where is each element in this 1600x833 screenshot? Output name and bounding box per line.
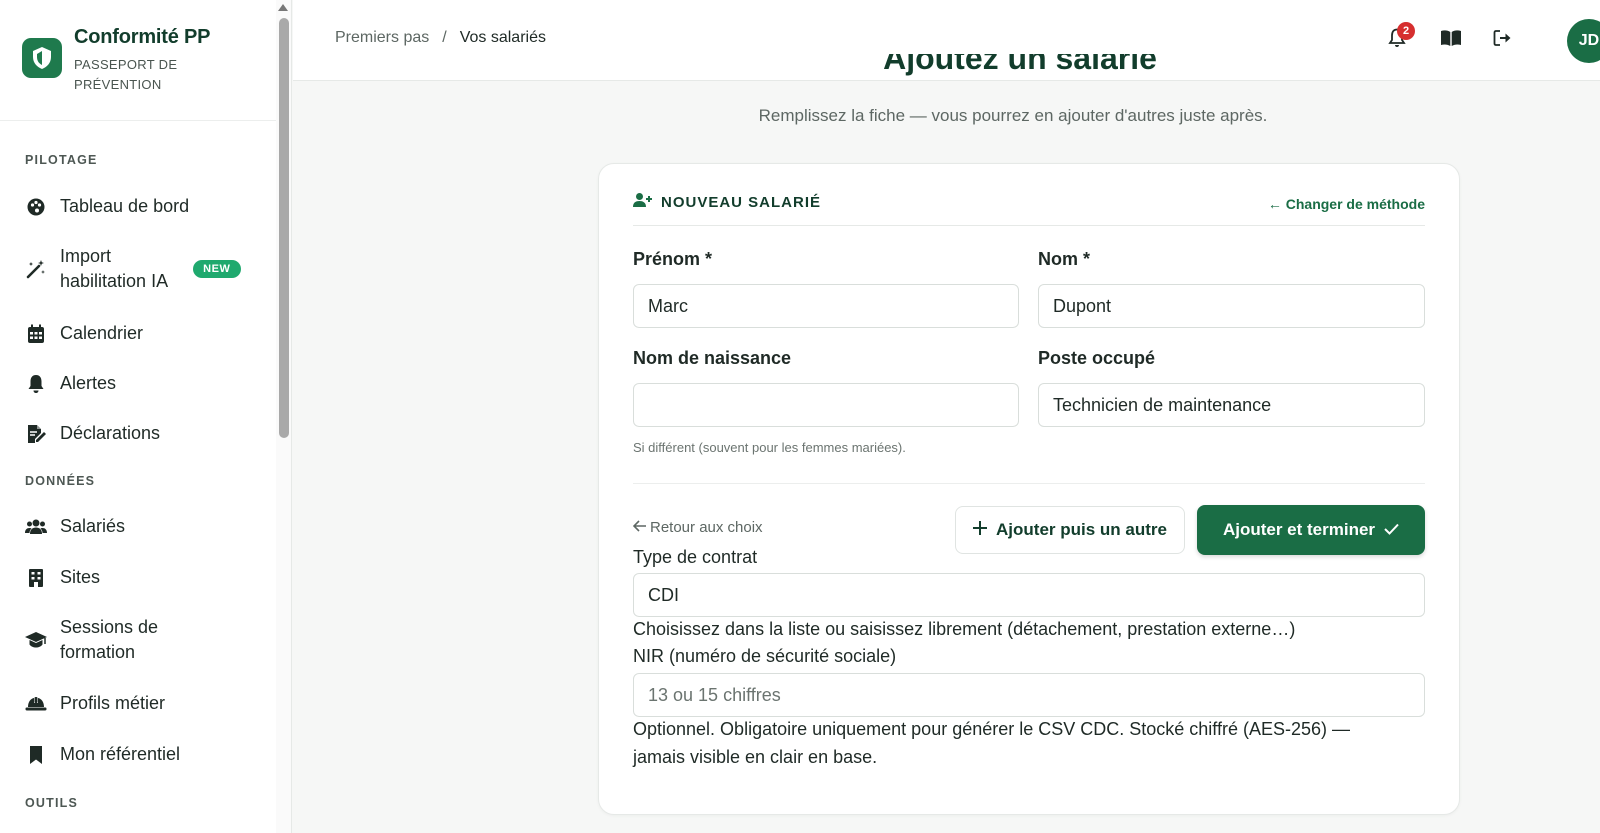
avatar[interactable]: JD [1567,19,1600,63]
shield-logo-icon [22,38,62,78]
sidebar-item-mon-referentiel[interactable]: Mon référentiel [25,742,265,767]
section-label-outils: OUTILS [25,796,79,810]
sidebar-item-label: Tableau de bord [60,196,190,216]
plus-icon [973,520,988,540]
prenom-label: Prénom * [633,249,713,269]
magic-wand-icon [25,258,47,280]
user-plus-icon [633,192,653,212]
nir-input[interactable] [633,673,1425,717]
documentation-button[interactable] [1439,28,1463,52]
prenom-input[interactable] [633,284,1019,328]
nom-naissance-input[interactable] [633,383,1019,427]
new-employee-card: NOUVEAU SALARIÉ ← Changer de méthode Pré… [598,163,1460,815]
sidebar-item-label: Déclarations [60,423,161,443]
sidebar-item-alertes[interactable]: Alertes [25,371,265,396]
contrat-input[interactable] [633,573,1425,617]
breadcrumb-current: Vos salariés [459,29,546,46]
nir-label: NIR (numéro de sécurité sociale) [633,646,897,666]
sidebar-item-calendrier[interactable]: Calendrier [25,321,265,346]
sidebar-item-profils-metier[interactable]: Profils métier [25,691,265,716]
sidebar: Conformité PP PASSEPORT DE PRÉVENTION PI… [0,0,292,833]
graduation-cap-icon [25,629,47,651]
file-signature-icon [25,423,47,445]
building-icon [25,567,47,589]
sidebar-item-label: Alertes [60,373,117,393]
bookmark-icon [25,744,47,766]
sidebar-item-sessions-formation[interactable]: Sessions de formation [25,615,265,665]
sidebar-item-label: Sessions de formation [60,617,159,662]
add-another-button[interactable]: Ajouter puis un autre [955,506,1185,554]
logout-icon [1493,29,1513,52]
open-book-icon [1440,29,1462,52]
form-divider [633,483,1425,484]
bell-icon [25,373,47,395]
sidebar-item-salaries[interactable]: Salariés [25,514,265,539]
poste-input[interactable] [1038,383,1425,427]
scroll-up-arrow-icon[interactable] [278,4,288,11]
hard-hat-icon [25,693,47,715]
sidebar-item-import-habilitation[interactable]: Import habilitation IA NEW [25,244,265,294]
add-and-finish-button[interactable]: Ajouter et terminer [1197,505,1425,555]
brand-subtitle: PASSEPORT DE PRÉVENTION [74,57,178,92]
card-header: NOUVEAU SALARIÉ ← Changer de méthode [633,192,1425,226]
nom-naissance-hint: Si différent (souvent pour les femmes ma… [633,440,906,455]
sidebar-item-label: Sites [60,567,101,587]
card-title: NOUVEAU SALARIÉ [633,192,821,212]
nom-label: Nom * [1038,249,1091,269]
users-icon [25,516,47,538]
back-to-choices-link[interactable]: Retour aux choix [632,519,763,536]
arrow-left-icon [632,519,647,536]
calendar-icon [25,323,47,345]
notification-count-badge: 2 [1397,22,1415,40]
brand-title: Conformité PP [74,26,211,48]
sidebar-item-label: Import habilitation IA [60,246,169,291]
page-subtitle: Remplissez la fiche — vous pourrez en aj… [758,106,1268,125]
check-icon [1384,520,1399,540]
sidebar-scrollbar-thumb[interactable] [279,18,289,438]
nom-naissance-label: Nom de naissance [633,348,792,368]
sidebar-item-sites[interactable]: Sites [25,565,265,590]
sidebar-item-label: Profils métier [60,693,166,713]
contrat-hint: Choisissez dans la liste ou saisissez li… [633,619,1296,639]
section-label-donnees: DONNÉES [25,474,96,488]
nom-input[interactable] [1038,284,1425,328]
contrat-label: Type de contrat [633,547,758,567]
poste-label: Poste occupé [1038,348,1156,368]
breadcrumb-premiers-pas[interactable]: Premiers pas [335,29,429,47]
palette-icon [25,196,47,218]
sidebar-item-tableau-de-bord[interactable]: Tableau de bord [25,194,265,219]
sidebar-item-label: Mon référentiel [60,744,181,764]
new-badge: NEW [193,260,241,278]
brand[interactable]: Conformité PP PASSEPORT DE PRÉVENTION [0,0,291,121]
sidebar-item-label: Salariés [60,516,126,536]
breadcrumb: Premiers pas / Vos salariés [335,29,546,47]
nir-hint: Optionnel. Obligatoire uniquement pour g… [633,719,1351,767]
page-title: Ajoutez un salarié [883,54,1157,76]
change-method-link[interactable]: ← Changer de méthode [1268,196,1425,212]
logout-button[interactable] [1491,28,1515,52]
breadcrumb-separator: / [442,29,447,46]
sidebar-item-declarations[interactable]: Déclarations [25,421,265,446]
notifications-button[interactable]: 2 [1385,22,1415,52]
section-label-pilotage: PILOTAGE [25,153,98,167]
sidebar-item-label: Calendrier [60,323,144,343]
